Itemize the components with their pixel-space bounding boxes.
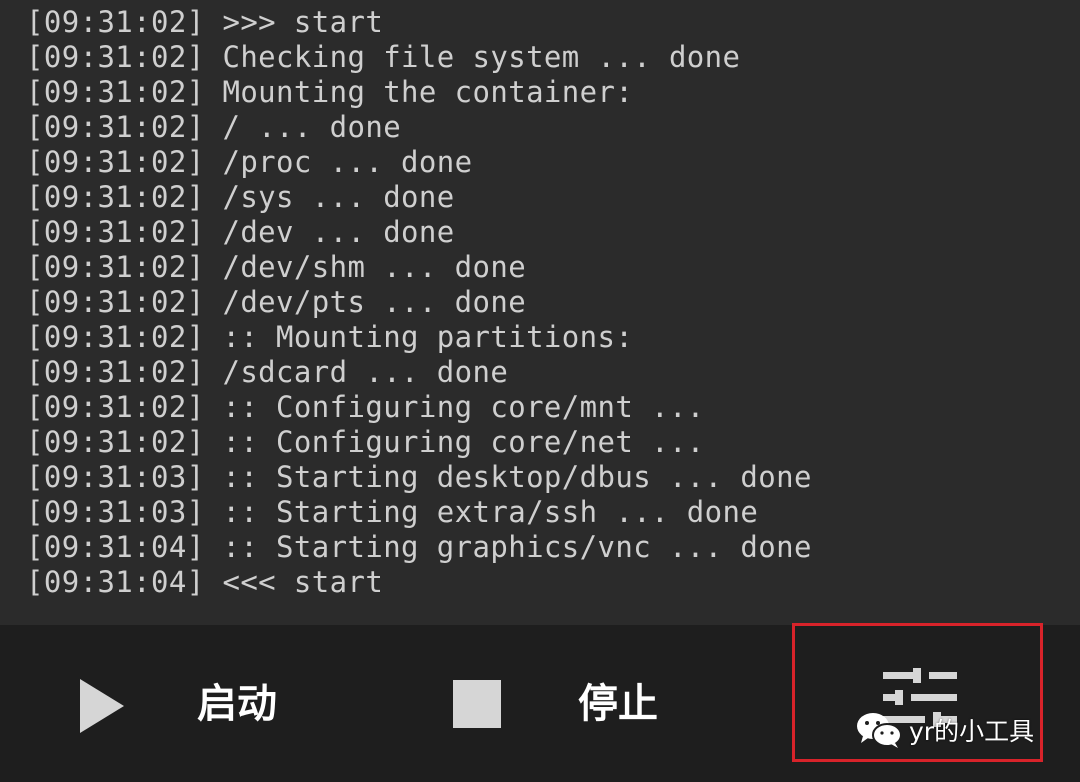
- log-line: [09:31:02] /sdcard ... done: [26, 355, 509, 389]
- log-line: [09:31:04] :: Starting graphics/vnc ... …: [26, 530, 812, 564]
- log-line: [09:31:03] :: Starting extra/ssh ... don…: [26, 495, 759, 529]
- log-line: [09:31:02] /dev/shm ... done: [26, 250, 527, 284]
- wechat-icon: [857, 713, 902, 748]
- console-output[interactable]: [09:31:02] >>> start [09:31:02] Checking…: [0, 0, 1080, 625]
- stop-icon: [453, 680, 501, 728]
- watermark: yr的小工具: [855, 706, 1034, 754]
- play-icon: [80, 679, 124, 733]
- log-line: [09:31:02] Mounting the container:: [26, 75, 634, 109]
- log-line: [09:31:03] :: Starting desktop/dbus ... …: [26, 460, 812, 494]
- log-line: [09:31:02] :: Configuring core/mnt ...: [26, 390, 705, 424]
- log-line: [09:31:02] /proc ... done: [26, 145, 473, 179]
- log-line: [09:31:04] <<< start: [26, 565, 384, 599]
- log-line: [09:31:02] Checking file system ... done: [26, 40, 741, 74]
- start-button[interactable]: 启动: [40, 625, 340, 782]
- watermark-text: yr的小工具: [909, 717, 1035, 746]
- stop-button[interactable]: 停止: [420, 625, 720, 782]
- log-line: [09:31:02] >>> start: [26, 5, 384, 39]
- log-line: [09:31:02] :: Mounting partitions:: [26, 320, 634, 354]
- stop-button-label: 停止: [578, 681, 658, 727]
- log-line: [09:31:02] :: Configuring core/net ...: [26, 425, 705, 459]
- log-line: [09:31:02] /dev/pts ... done: [26, 285, 527, 319]
- log-line: [09:31:02] / ... done: [26, 110, 402, 144]
- console-lines: [09:31:02] >>> start [09:31:02] Checking…: [26, 5, 812, 600]
- log-line: [09:31:02] /dev ... done: [26, 215, 455, 249]
- log-line: [09:31:02] /sys ... done: [26, 180, 455, 214]
- start-button-label: 启动: [197, 681, 277, 727]
